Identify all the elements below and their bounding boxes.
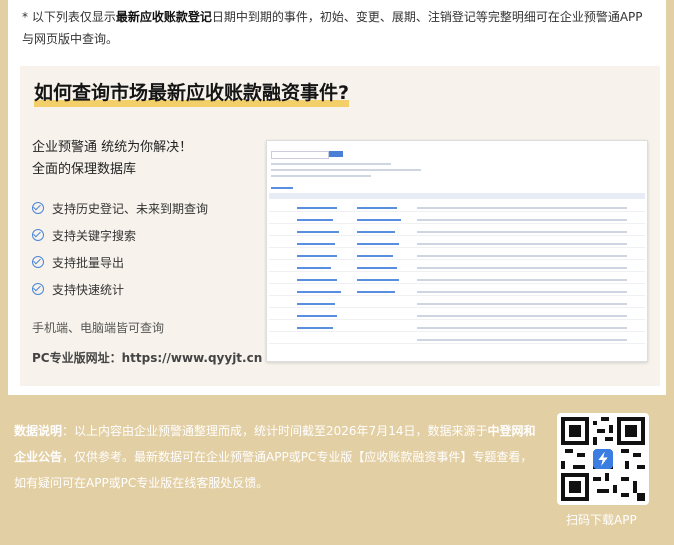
feature-label: 支持关键字搜索 [52,229,137,243]
mobile-note: 手机端、电脑端皆可查询 [32,321,165,335]
feature-item: 支持历史登记、未来到期查询 [32,200,208,217]
screenshot-link [297,267,331,269]
screenshot-link [297,303,335,305]
screenshot-row [269,223,645,224]
screenshot-link [297,315,337,317]
data-note: * 以下列表仅显示最新应收账款登记日期中到期的事件，初始、变更、展期、注销登记等… [8,0,666,60]
promo-title: 如何查询市场最新应收账款融资事件? [34,78,350,107]
feature-item: 支持快速统计 [32,281,124,298]
screenshot-link [297,291,341,293]
data-description-text-2: ，仅供参考。最新数据可在企业预警通APP或PC专业版【应收账款融资事件】专题查看… [14,450,533,490]
screenshot-row [269,235,645,236]
screenshot-cells [417,207,627,209]
check-circle-icon [32,202,44,214]
pc-url-text: PC专业版网址：https://www.qyyjt.cn [32,351,263,365]
screenshot-row [269,271,645,272]
screenshot-row [269,319,645,320]
screenshot-row [269,211,645,212]
screenshot-link [297,207,337,209]
feature-label: 支持历史登记、未来到期查询 [52,202,209,216]
screenshot-link [357,267,397,269]
data-description: 数据说明：以上内容由企业预警通整理而成，统计时间截至2026年7月14日，数据来… [14,418,542,496]
qr-label: 扫码下载APP [566,513,637,527]
screenshot-search-button [329,151,343,157]
screenshot-cells [417,327,627,329]
feature-label: 支持批量导出 [52,256,125,270]
note-bold: 最新应收账款登记 [115,10,212,24]
screenshot-cells [417,243,627,245]
screenshot-link [297,219,333,221]
promo-card: 如何查询市场最新应收账款融资事件? 企业预警通 统统为你解决！ 全面的保理数据库… [8,60,666,395]
screenshot-link [357,291,395,293]
feature-item: 支持关键字搜索 [32,227,136,244]
screenshot-link [357,279,399,281]
promo-subtitle-2: 全面的保理数据库 [32,162,137,177]
feature-label: 支持快速统计 [52,283,125,297]
screenshot-link [357,243,399,245]
screenshot-cells [417,303,627,305]
app-screenshot-image [266,140,648,362]
data-description-text: ：以上内容由企业预警通整理而成，统计时间截至2026年7月14日，数据来源于 [62,424,488,438]
screenshot-link [297,327,333,329]
screenshot-link [357,207,397,209]
screenshot-link [297,243,335,245]
screenshot-tab [271,187,293,189]
screenshot-link [297,279,337,281]
screenshot-cells [417,267,627,269]
screenshot-row [269,343,645,344]
screenshot-table-header [269,193,645,199]
screenshot-row [269,331,645,332]
screenshot-cells [417,219,627,221]
screenshot-filter-line [271,175,371,177]
qr-code-graphic [561,417,645,501]
screenshot-search-box [271,151,329,159]
promo-panel: 如何查询市场最新应收账款融资事件? 企业预警通 统统为你解决！ 全面的保理数据库… [20,66,660,386]
screenshot-link [297,255,337,257]
screenshot-row [269,283,645,284]
feature-item: 支持批量导出 [32,254,124,271]
check-circle-icon [32,256,44,268]
screenshot-cells [417,255,627,257]
check-circle-icon [32,283,44,295]
promo-subtitle: 企业预警通 统统为你解决！ [32,140,193,155]
qr-code-icon[interactable] [557,413,649,505]
screenshot-cells [417,279,627,281]
screenshot-link [357,231,395,233]
screenshot-cells [417,231,627,233]
screenshot-link [357,219,401,221]
screenshot-row [269,295,645,296]
screenshot-cells [417,291,627,293]
screenshot-cells [417,339,627,341]
screenshot-row [269,259,645,260]
screenshot-link [297,231,339,233]
screenshot-cells [417,315,627,317]
check-circle-icon [32,229,44,241]
screenshot-filter-line [271,163,391,165]
note-prefix: * 以下列表仅显示 [22,10,116,24]
screenshot-filter-line [271,169,421,171]
screenshot-row [269,247,645,248]
data-description-label: 数据说明 [14,424,63,438]
screenshot-row [269,307,645,308]
screenshot-link [357,255,393,257]
